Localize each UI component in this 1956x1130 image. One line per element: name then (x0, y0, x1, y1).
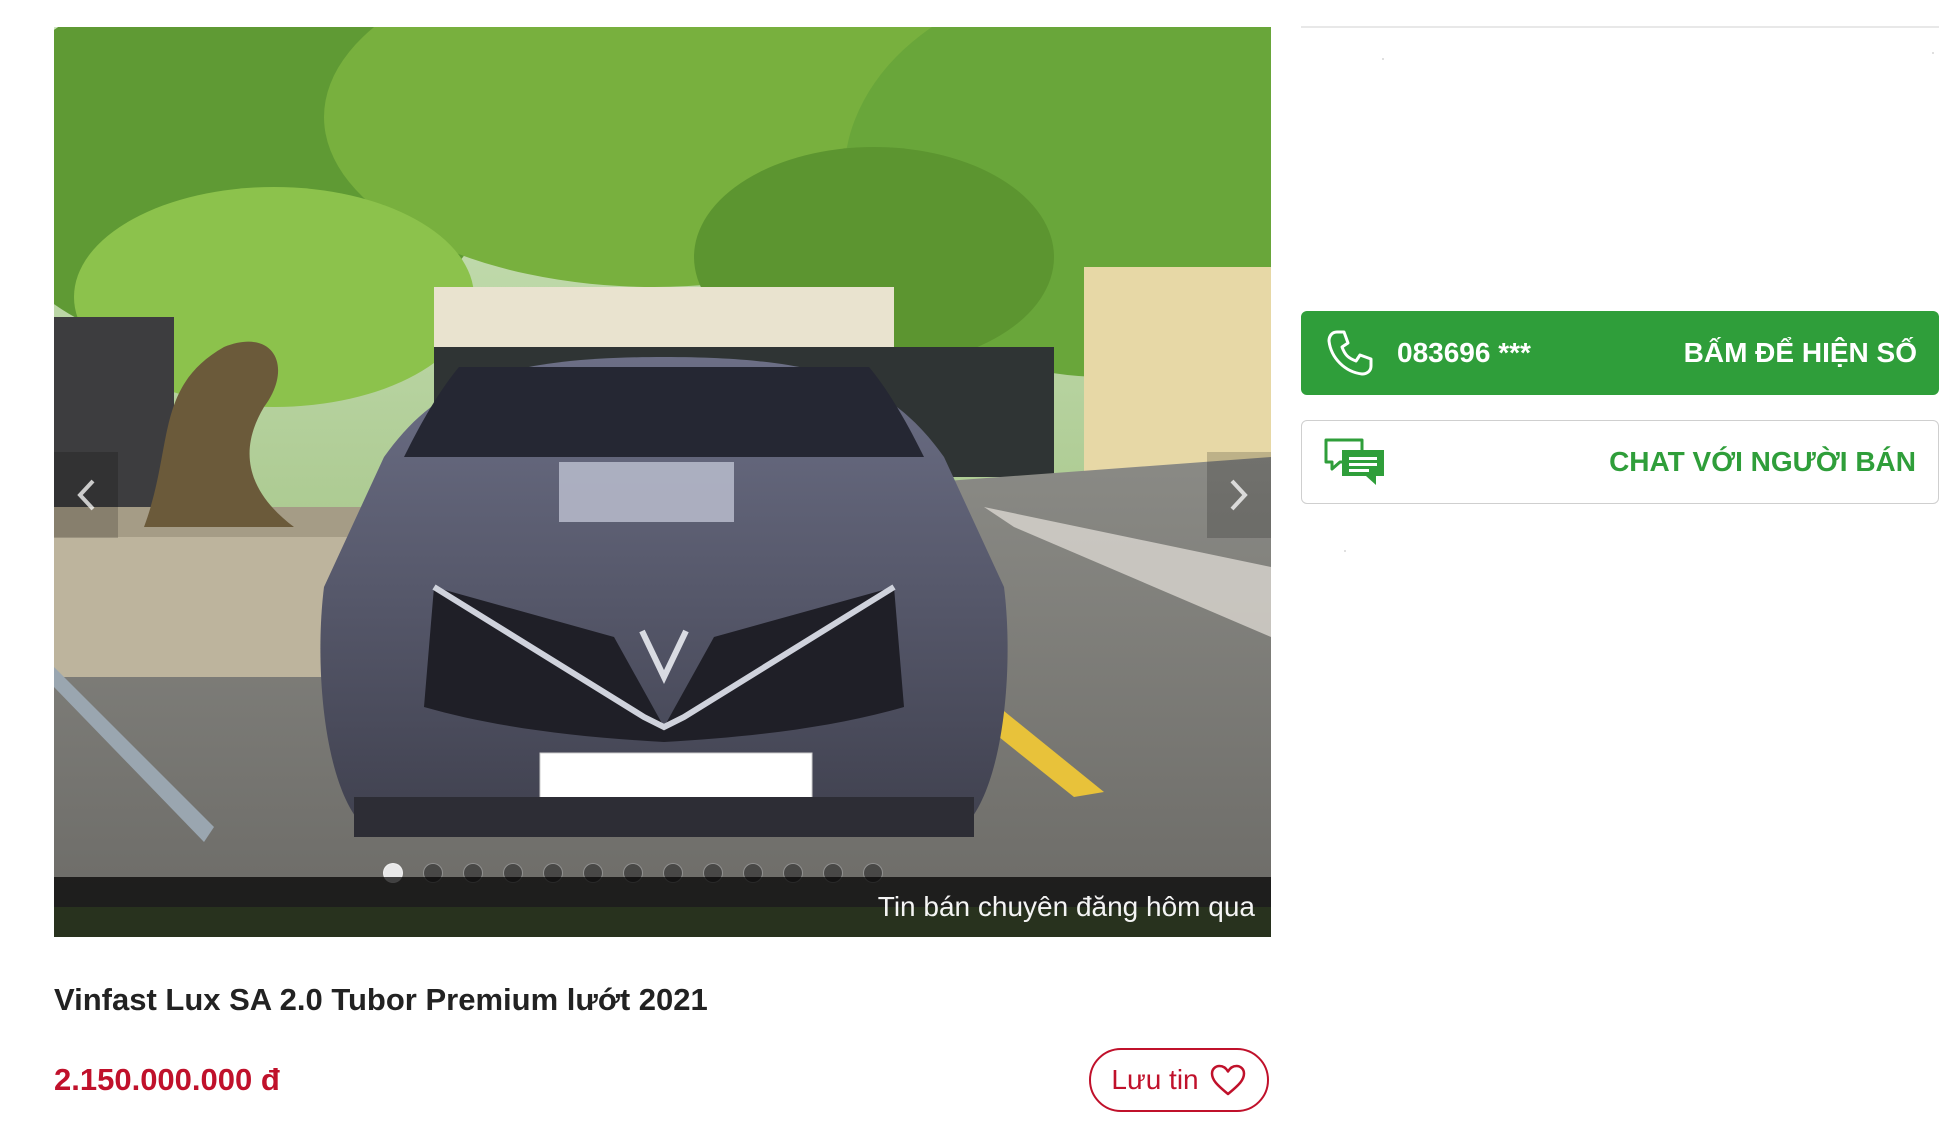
chat-with-seller-button[interactable]: CHAT VỚI NGƯỜI BÁN (1301, 420, 1939, 504)
top-divider (1301, 26, 1939, 28)
chevron-right-icon (1230, 479, 1248, 511)
chevron-left-icon (77, 479, 95, 511)
phone-icon (1327, 330, 1373, 376)
chat-bubble-icon (1324, 438, 1384, 485)
listing-title: Vinfast Lux SA 2.0 Tubor Premium lướt 20… (54, 982, 708, 1017)
masked-phone-number: 083696 *** (1397, 337, 1531, 368)
posting-caption-bar: Tin bán chuyên đăng hôm qua (54, 877, 1271, 937)
heart-icon (1210, 1064, 1245, 1096)
photo-gallery[interactable]: Tin bán chuyên đăng hôm qua (54, 27, 1271, 937)
show-phone-button[interactable]: 083696 *** BẤM ĐỂ HIỆN SỐ (1301, 311, 1939, 395)
listing-price: 2.150.000.000 đ (54, 1062, 280, 1097)
car-photo (54, 27, 1271, 937)
next-photo-button[interactable] (1207, 452, 1271, 538)
save-listing-label: Lưu tin (1111, 1064, 1199, 1095)
save-listing-button[interactable]: Lưu tin (1089, 1048, 1269, 1112)
posting-caption: Tin bán chuyên đăng hôm qua (877, 891, 1255, 922)
prev-photo-button[interactable] (54, 452, 118, 538)
faint-dot (1382, 58, 1384, 60)
faint-dot (1344, 550, 1346, 552)
show-phone-label: BẤM ĐỂ HIỆN SỐ (1683, 337, 1917, 368)
chat-with-seller-label: CHAT VỚI NGƯỜI BÁN (1609, 446, 1916, 477)
faint-dot (1932, 52, 1934, 54)
